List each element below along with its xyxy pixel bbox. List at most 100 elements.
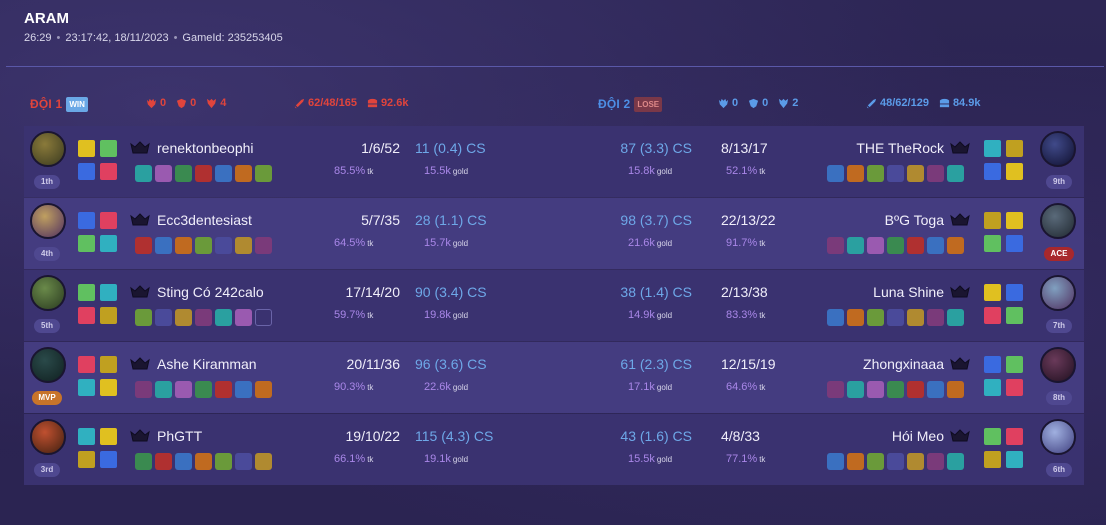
summoner-spell-icon[interactable] (1006, 356, 1023, 373)
item-icon[interactable] (907, 453, 924, 470)
rune-icon[interactable] (78, 307, 95, 324)
item-icon[interactable] (927, 381, 944, 398)
item-icon[interactable] (135, 453, 152, 470)
item-icon[interactable] (907, 309, 924, 326)
empty-item-slot[interactable] (255, 309, 272, 326)
champion-portrait[interactable] (1040, 131, 1076, 167)
item-icon[interactable] (927, 453, 944, 470)
item-icon[interactable] (827, 453, 844, 470)
item-icon[interactable] (215, 165, 232, 182)
item-icon[interactable] (255, 381, 272, 398)
item-icon[interactable] (195, 237, 212, 254)
rune-icon[interactable] (984, 163, 1001, 180)
item-icon[interactable] (235, 453, 252, 470)
item-icon[interactable] (927, 309, 944, 326)
item-icon[interactable] (215, 309, 232, 326)
item-icon[interactable] (255, 453, 272, 470)
item-icon[interactable] (847, 381, 864, 398)
rune-icon[interactable] (100, 235, 117, 252)
item-icon[interactable] (135, 381, 152, 398)
item-icon[interactable] (947, 165, 964, 182)
summoner-spell-icon[interactable] (1006, 212, 1023, 229)
rune-icon[interactable] (984, 428, 1001, 445)
item-icon[interactable] (887, 237, 904, 254)
item-icon[interactable] (175, 309, 192, 326)
rune-icon[interactable] (984, 284, 1001, 301)
item-icon[interactable] (175, 237, 192, 254)
rune-icon[interactable] (984, 379, 1001, 396)
item-icon[interactable] (215, 381, 232, 398)
item-icon[interactable] (195, 381, 212, 398)
champion-portrait[interactable] (1040, 203, 1076, 239)
summoner-spell-icon[interactable] (1006, 451, 1023, 468)
item-icon[interactable] (155, 381, 172, 398)
player-name[interactable]: THE TheRock (24, 140, 944, 156)
item-icon[interactable] (255, 165, 272, 182)
summoner-spell-icon[interactable] (1006, 284, 1023, 301)
summoner-spell-icon[interactable] (1006, 428, 1023, 445)
item-icon[interactable] (927, 165, 944, 182)
rune-icon[interactable] (100, 163, 117, 180)
item-icon[interactable] (907, 165, 924, 182)
item-icon[interactable] (175, 165, 192, 182)
item-icon[interactable] (847, 309, 864, 326)
item-icon[interactable] (867, 237, 884, 254)
rune-icon[interactable] (100, 451, 117, 468)
rune-icon[interactable] (984, 235, 1001, 252)
champion-portrait[interactable] (1040, 275, 1076, 311)
champion-portrait[interactable] (1040, 347, 1076, 383)
item-icon[interactable] (827, 165, 844, 182)
item-icon[interactable] (235, 237, 252, 254)
item-icon[interactable] (847, 165, 864, 182)
item-icon[interactable] (867, 165, 884, 182)
player-name[interactable]: Luna Shine (24, 284, 944, 300)
item-icon[interactable] (235, 165, 252, 182)
item-icon[interactable] (175, 381, 192, 398)
item-icon[interactable] (887, 453, 904, 470)
item-icon[interactable] (175, 453, 192, 470)
item-icon[interactable] (887, 165, 904, 182)
item-icon[interactable] (947, 237, 964, 254)
item-icon[interactable] (155, 453, 172, 470)
rune-icon[interactable] (984, 140, 1001, 157)
rune-icon[interactable] (100, 307, 117, 324)
summoner-spell-icon[interactable] (1006, 140, 1023, 157)
item-icon[interactable] (135, 237, 152, 254)
item-icon[interactable] (827, 381, 844, 398)
item-icon[interactable] (195, 165, 212, 182)
item-icon[interactable] (847, 237, 864, 254)
player-name[interactable]: Zhongxinaaa (24, 356, 944, 372)
item-icon[interactable] (215, 237, 232, 254)
item-icon[interactable] (155, 237, 172, 254)
player-name[interactable]: Hói Meo (24, 428, 944, 444)
rune-icon[interactable] (984, 307, 1001, 324)
item-icon[interactable] (887, 309, 904, 326)
item-icon[interactable] (827, 237, 844, 254)
summoner-spell-icon[interactable] (1006, 235, 1023, 252)
player-name[interactable]: BºG Toga (24, 212, 944, 228)
item-icon[interactable] (827, 309, 844, 326)
item-icon[interactable] (887, 381, 904, 398)
summoner-spell-icon[interactable] (1006, 163, 1023, 180)
item-icon[interactable] (907, 381, 924, 398)
item-icon[interactable] (947, 453, 964, 470)
rune-icon[interactable] (78, 379, 95, 396)
item-icon[interactable] (255, 237, 272, 254)
item-icon[interactable] (195, 309, 212, 326)
champion-portrait[interactable] (1040, 419, 1076, 455)
item-icon[interactable] (235, 309, 252, 326)
item-icon[interactable] (867, 309, 884, 326)
rune-icon[interactable] (78, 235, 95, 252)
item-icon[interactable] (155, 165, 172, 182)
rune-icon[interactable] (984, 451, 1001, 468)
rune-icon[interactable] (78, 451, 95, 468)
summoner-spell-icon[interactable] (1006, 379, 1023, 396)
item-icon[interactable] (195, 453, 212, 470)
rune-icon[interactable] (984, 212, 1001, 229)
item-icon[interactable] (215, 453, 232, 470)
item-icon[interactable] (927, 237, 944, 254)
rune-icon[interactable] (100, 379, 117, 396)
item-icon[interactable] (847, 453, 864, 470)
summoner-spell-icon[interactable] (1006, 307, 1023, 324)
item-icon[interactable] (135, 165, 152, 182)
